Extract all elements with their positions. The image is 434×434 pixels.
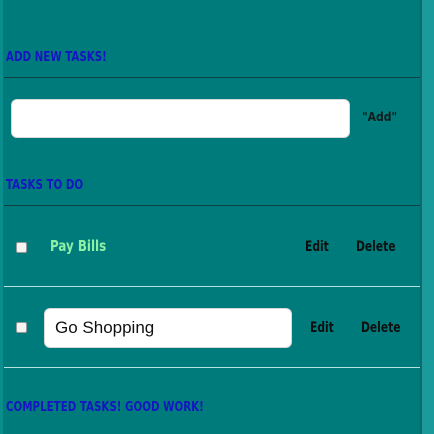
new-task-input[interactable] <box>11 99 350 138</box>
divider <box>4 367 420 368</box>
tasks-to-do-heading: TASKS TO DO <box>6 178 84 193</box>
task-checkbox[interactable] <box>16 242 27 253</box>
edit-button[interactable]: Edit <box>310 320 334 336</box>
task-checkbox[interactable] <box>16 322 27 333</box>
add-button[interactable]: "Add" <box>362 110 397 124</box>
panel-edge <box>0 0 3 434</box>
divider <box>4 77 420 78</box>
task-edit-input[interactable] <box>44 308 292 348</box>
delete-button[interactable]: Delete <box>361 320 400 336</box>
divider <box>4 286 420 287</box>
delete-button[interactable]: Delete <box>356 239 395 255</box>
divider <box>4 205 420 206</box>
task-panel: ADD NEW TASKS! "Add" TASKS TO DO Pay Bil… <box>0 0 422 434</box>
completed-tasks-heading: COMPLETED TASKS! GOOD WORK! <box>6 400 204 415</box>
task-label: Pay Bills <box>50 237 107 255</box>
add-tasks-heading: ADD NEW TASKS! <box>6 50 107 65</box>
edit-button[interactable]: Edit <box>305 239 329 255</box>
